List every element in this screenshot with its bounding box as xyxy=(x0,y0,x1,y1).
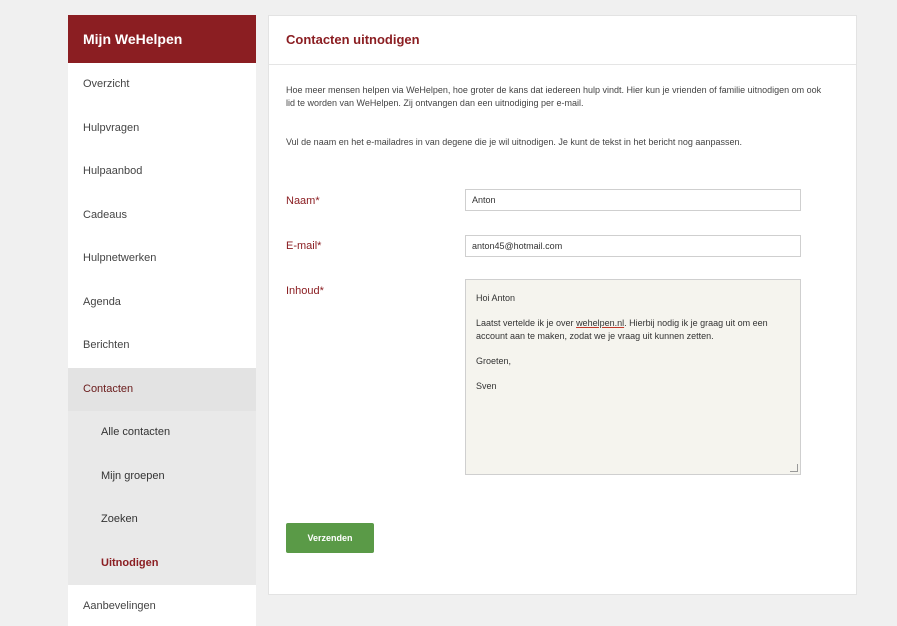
message-textarea[interactable]: Hoi Anton Laatst vertelde ik je over weh… xyxy=(465,279,801,475)
message-link: wehelpen.nl xyxy=(576,318,625,328)
intro-text: Hoe meer mensen helpen via WeHelpen, hoe… xyxy=(286,85,822,108)
message-body-start: Laatst vertelde ik je over xyxy=(476,318,577,328)
sidebar-item-agenda[interactable]: Agenda xyxy=(68,281,256,325)
message-body: Laatst vertelde ik je over wehelpen.nl. … xyxy=(476,317,790,343)
content-label: Inhoud* xyxy=(286,285,324,297)
sidebar-item-hulpnetwerken[interactable]: Hulpnetwerken xyxy=(68,237,256,281)
sidebar-subitem-mijn-groepen[interactable]: Mijn groepen xyxy=(68,454,256,498)
sidebar-item-hulpaanbod[interactable]: Hulpaanbod xyxy=(68,150,256,194)
sidebar-subitem-zoeken[interactable]: Zoeken xyxy=(68,498,256,542)
instruction-text: Vul de naam en het e-mailadres in van de… xyxy=(286,137,742,147)
sidebar-item-aanbevelingen[interactable]: Aanbevelingen xyxy=(68,585,256,626)
sidebar-subitem-alle-contacten[interactable]: Alle contacten xyxy=(68,411,256,455)
send-button[interactable]: Verzenden xyxy=(286,523,374,553)
name-label: Naam* xyxy=(286,195,320,207)
main-panel: Contacten uitnodigen Hoe meer mensen hel… xyxy=(268,15,857,595)
sidebar: Mijn WeHelpen Overzicht Hulpvragen Hulpa… xyxy=(68,15,256,626)
sidebar-subitem-uitnodigen[interactable]: Uitnodigen xyxy=(68,541,256,585)
sidebar-title: Mijn WeHelpen xyxy=(68,15,256,63)
sidebar-item-hulpvragen[interactable]: Hulpvragen xyxy=(68,107,256,151)
email-label: E-mail* xyxy=(286,240,322,252)
email-input[interactable] xyxy=(465,235,801,257)
message-signature: Sven xyxy=(476,381,497,391)
sidebar-item-berichten[interactable]: Berichten xyxy=(68,324,256,368)
sidebar-item-contacten[interactable]: Contacten xyxy=(68,367,256,411)
message-greeting: Hoi Anton xyxy=(476,293,516,303)
sidebar-item-overzicht[interactable]: Overzicht xyxy=(68,63,256,107)
sidebar-item-cadeaus[interactable]: Cadeaus xyxy=(68,194,256,238)
resize-handle-icon[interactable] xyxy=(790,464,798,472)
message-closing: Groeten, xyxy=(476,356,512,366)
name-input[interactable] xyxy=(465,189,801,211)
page-title: Contacten uitnodigen xyxy=(269,16,856,65)
